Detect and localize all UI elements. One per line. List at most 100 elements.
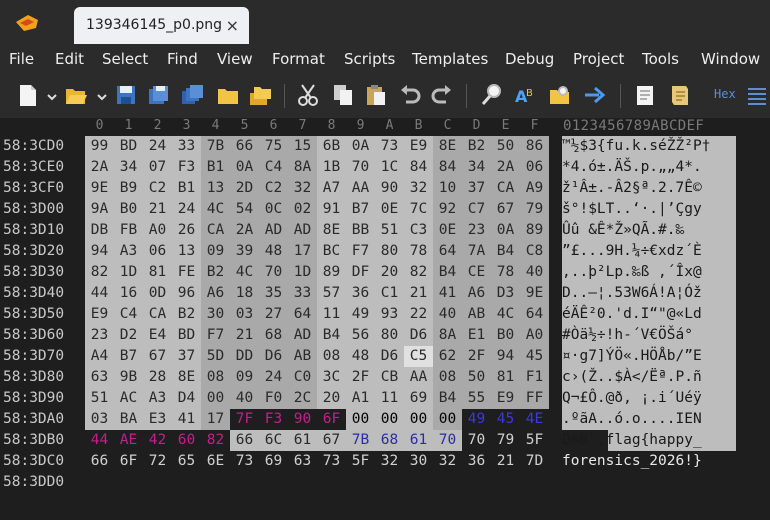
hex-byte[interactable]: 70 bbox=[259, 262, 288, 283]
hex-byte[interactable]: 55 bbox=[462, 388, 491, 409]
hex-byte[interactable]: A6 bbox=[462, 283, 491, 304]
hex-byte[interactable]: B0 bbox=[491, 325, 520, 346]
hex-byte[interactable]: 23 bbox=[85, 325, 114, 346]
hex-byte[interactable]: B1 bbox=[172, 178, 201, 199]
hex-byte[interactable]: 70 bbox=[462, 430, 491, 451]
hex-byte[interactable]: 64 bbox=[520, 304, 549, 325]
ascii-text[interactable]: forensics_2026!} bbox=[562, 451, 702, 472]
hex-byte[interactable]: 4C bbox=[201, 199, 230, 220]
hex-mode-label[interactable]: Hex bbox=[714, 87, 736, 101]
hex-byte[interactable]: 45 bbox=[491, 409, 520, 430]
ascii-text[interactable]: D..–¦.53W6Á!A¦Óž bbox=[562, 283, 702, 304]
hex-byte[interactable]: 72 bbox=[143, 451, 172, 472]
redo-icon[interactable] bbox=[430, 82, 454, 108]
hex-byte[interactable]: 9A bbox=[85, 199, 114, 220]
hex-byte[interactable]: 73 bbox=[230, 451, 259, 472]
hex-byte[interactable]: E9 bbox=[491, 388, 520, 409]
paste-icon[interactable] bbox=[364, 82, 388, 108]
hex-byte[interactable]: 5D bbox=[201, 346, 230, 367]
hex-byte[interactable]: 21 bbox=[230, 325, 259, 346]
hex-byte[interactable]: DF bbox=[346, 262, 375, 283]
menu-project[interactable]: Project bbox=[573, 50, 624, 68]
hex-byte[interactable]: FB bbox=[114, 220, 143, 241]
hex-byte[interactable]: F0 bbox=[259, 388, 288, 409]
hex-byte[interactable]: 92 bbox=[433, 199, 462, 220]
file-tab[interactable]: 139346145_p0.png × bbox=[74, 7, 249, 44]
hex-byte[interactable]: 63 bbox=[85, 367, 114, 388]
hex-byte[interactable]: 89 bbox=[520, 220, 549, 241]
hex-byte[interactable]: 36 bbox=[346, 283, 375, 304]
hex-byte[interactable]: B1 bbox=[201, 157, 230, 178]
hex-byte[interactable]: 9E bbox=[85, 178, 114, 199]
hex-byte[interactable]: 17 bbox=[288, 241, 317, 262]
hex-byte[interactable]: 86 bbox=[520, 136, 549, 157]
menu-edit[interactable]: Edit bbox=[55, 50, 84, 68]
hex-byte[interactable]: 20 bbox=[317, 388, 346, 409]
hex-byte[interactable]: 66 bbox=[85, 451, 114, 472]
hex-byte[interactable]: E4 bbox=[143, 325, 172, 346]
hex-byte[interactable]: 56 bbox=[346, 325, 375, 346]
hex-byte[interactable]: B4 bbox=[433, 388, 462, 409]
hex-byte[interactable]: E3 bbox=[143, 409, 172, 430]
hex-byte[interactable]: A0 bbox=[143, 220, 172, 241]
hex-byte[interactable]: AA bbox=[404, 367, 433, 388]
hex-byte[interactable]: C4 bbox=[259, 157, 288, 178]
hex-byte[interactable]: 15 bbox=[288, 136, 317, 157]
hex-byte[interactable]: 61 bbox=[288, 430, 317, 451]
hex-byte[interactable]: C8 bbox=[520, 241, 549, 262]
hex-byte[interactable]: 21 bbox=[491, 451, 520, 472]
hex-byte[interactable]: 10 bbox=[433, 178, 462, 199]
hex-byte[interactable]: 21 bbox=[404, 283, 433, 304]
hex-byte[interactable]: BA bbox=[114, 409, 143, 430]
hex-byte[interactable]: 03 bbox=[85, 409, 114, 430]
hex-byte[interactable]: A3 bbox=[114, 241, 143, 262]
ascii-text[interactable]: .ºãA..ó.o....IEN bbox=[562, 409, 702, 430]
hex-byte[interactable]: 8E bbox=[433, 136, 462, 157]
hex-byte[interactable]: 9B bbox=[114, 367, 143, 388]
ascii-text[interactable]: ‚..þ²Lp.‰ß ‚´Îx@ bbox=[562, 262, 702, 283]
hex-byte[interactable]: 1D bbox=[288, 262, 317, 283]
hex-byte[interactable]: A9 bbox=[520, 178, 549, 199]
hex-byte[interactable]: 6F bbox=[317, 409, 346, 430]
hex-byte[interactable]: DB bbox=[85, 220, 114, 241]
undo-icon[interactable] bbox=[398, 82, 422, 108]
hex-byte[interactable]: F3 bbox=[172, 157, 201, 178]
ascii-text[interactable]: éÄÊ²0.'d.I“"@«Ld bbox=[562, 304, 702, 325]
hex-byte[interactable]: B7 bbox=[346, 199, 375, 220]
hex-byte[interactable]: 2F bbox=[462, 346, 491, 367]
hex-byte[interactable]: A7 bbox=[317, 178, 346, 199]
hex-byte[interactable]: C1 bbox=[375, 283, 404, 304]
hex-byte[interactable]: 2F bbox=[346, 367, 375, 388]
hex-byte[interactable]: 51 bbox=[85, 388, 114, 409]
hex-byte[interactable]: A1 bbox=[346, 388, 375, 409]
hex-byte[interactable]: F7 bbox=[201, 325, 230, 346]
hex-byte[interactable]: 06 bbox=[520, 157, 549, 178]
hex-byte[interactable]: 66 bbox=[230, 430, 259, 451]
hex-byte[interactable]: AB bbox=[288, 346, 317, 367]
hex-byte[interactable]: 41 bbox=[433, 283, 462, 304]
hex-byte[interactable]: 4C bbox=[230, 262, 259, 283]
hex-byte[interactable]: 21 bbox=[143, 199, 172, 220]
hex-byte[interactable]: C4 bbox=[114, 304, 143, 325]
hex-byte[interactable]: 7D bbox=[520, 451, 549, 472]
hex-byte[interactable]: 00 bbox=[404, 409, 433, 430]
hex-byte[interactable]: 32 bbox=[288, 178, 317, 199]
hex-byte[interactable]: 67 bbox=[317, 430, 346, 451]
hex-byte[interactable]: 0A bbox=[230, 157, 259, 178]
hex-byte[interactable]: 60 bbox=[172, 430, 201, 451]
hex-byte[interactable]: A3 bbox=[143, 388, 172, 409]
hex-byte[interactable]: BB bbox=[346, 220, 375, 241]
hex-byte[interactable]: 00 bbox=[346, 409, 375, 430]
hex-byte[interactable]: 80 bbox=[375, 241, 404, 262]
hex-byte[interactable]: 7B bbox=[201, 136, 230, 157]
menu-find[interactable]: Find bbox=[167, 50, 198, 68]
hex-byte[interactable]: AD bbox=[288, 325, 317, 346]
hex-byte[interactable]: 8E bbox=[317, 220, 346, 241]
hex-byte[interactable]: 0A bbox=[346, 136, 375, 157]
hex-byte[interactable]: 20 bbox=[375, 262, 404, 283]
hex-byte[interactable]: 08 bbox=[433, 367, 462, 388]
hex-byte[interactable]: 33 bbox=[172, 136, 201, 157]
hex-byte[interactable]: AB bbox=[462, 304, 491, 325]
hex-byte[interactable]: C2 bbox=[143, 178, 172, 199]
hex-byte[interactable]: 61 bbox=[404, 430, 433, 451]
